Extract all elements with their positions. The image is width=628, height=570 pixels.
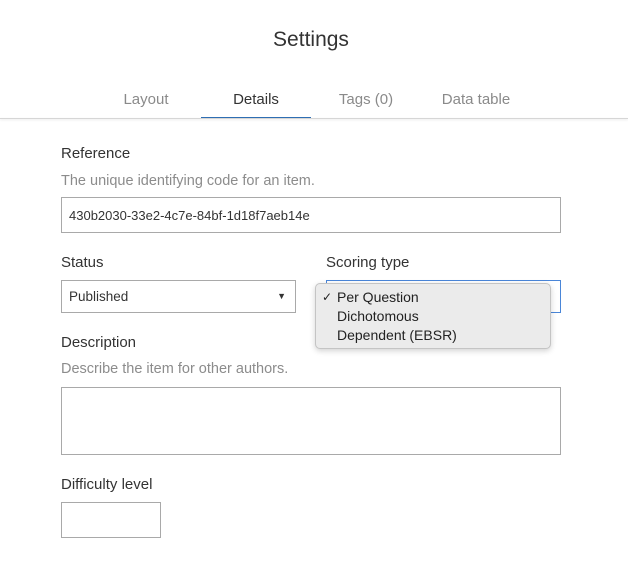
option-dichotomous[interactable]: Dichotomous (316, 307, 550, 326)
option-dependent-ebsr[interactable]: Dependent (EBSR) (316, 326, 550, 345)
reference-label: Reference (61, 145, 131, 162)
description-hint: Describe the item for other authors. (61, 361, 289, 377)
scoring-type-label: Scoring type (326, 254, 410, 271)
reference-input[interactable] (61, 197, 561, 233)
option-label: Per Question (337, 289, 419, 305)
tab-bar: Layout Details Tags (0) Data table (0, 84, 628, 120)
difficulty-input[interactable] (61, 502, 161, 538)
status-label: Status (61, 254, 104, 271)
option-label: Dependent (EBSR) (337, 327, 457, 343)
reference-hint: The unique identifying code for an item. (61, 173, 315, 189)
option-label: Dichotomous (337, 308, 419, 324)
tab-layout[interactable]: Layout (91, 84, 201, 118)
option-per-question[interactable]: ✓ Per Question (316, 288, 550, 307)
settings-page: Settings Layout Details Tags (0) Data ta… (0, 0, 628, 570)
description-textarea[interactable] (61, 387, 561, 455)
description-label: Description (61, 334, 137, 351)
caret-down-icon: ▼ (277, 291, 286, 301)
scoring-type-dropdown: ✓ Per Question Dichotomous Dependent (EB… (315, 283, 551, 349)
tab-data-table[interactable]: Data table (421, 84, 531, 118)
difficulty-label: Difficulty level (61, 476, 153, 493)
status-select[interactable]: Published ▼ (61, 280, 296, 313)
status-selected-value: Published (69, 289, 129, 304)
tabs-divider (0, 118, 628, 119)
tab-details[interactable]: Details (201, 84, 311, 118)
checkmark-icon: ✓ (322, 290, 333, 304)
page-title: Settings (273, 28, 349, 51)
tab-tags[interactable]: Tags (0) (311, 84, 421, 118)
